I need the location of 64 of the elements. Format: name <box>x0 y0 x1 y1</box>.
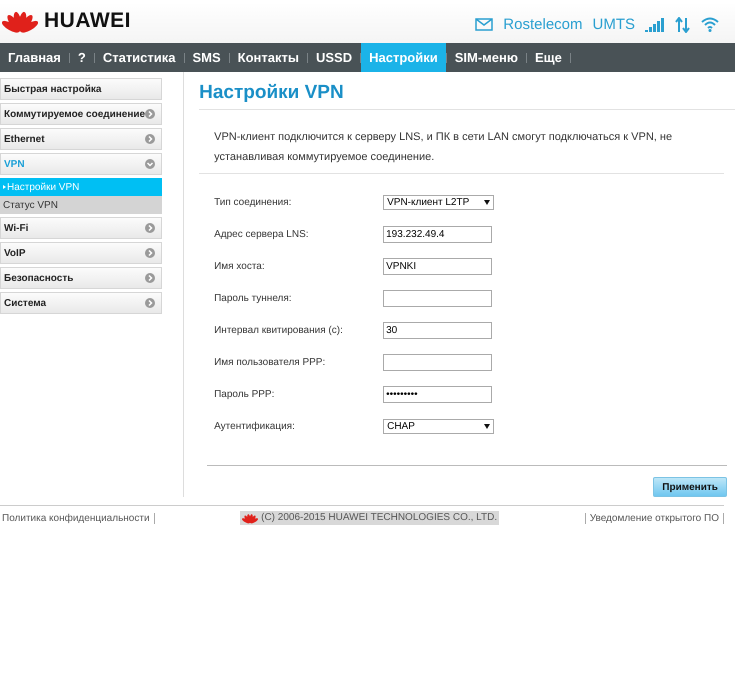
dropdown-field[interactable]: CHAP <box>383 418 494 434</box>
field-label: Имя пользователя PPP: <box>214 356 326 368</box>
dropdown-field[interactable]: VPN-клиент L2TP <box>383 194 494 210</box>
input-field[interactable]: VPNKI <box>383 258 492 274</box>
sidebar-item[interactable]: Wi-Fi <box>0 217 162 239</box>
field-label: Аутентификация: <box>214 420 296 432</box>
nav-tab[interactable]: USSD <box>308 43 360 72</box>
expand-icon[interactable] <box>145 223 156 233</box>
page-title: Настройки VPN <box>199 82 735 110</box>
expand-icon[interactable] <box>145 134 156 144</box>
nav-tab[interactable]: Главная <box>0 43 69 72</box>
mail-icon[interactable] <box>475 18 494 31</box>
nav-tab[interactable]: Статистика <box>94 43 184 72</box>
signal-icon <box>645 18 665 32</box>
network-type: UMTS <box>592 16 635 33</box>
input-field[interactable]: 193.232.49.4 <box>383 226 492 242</box>
sidebar-item[interactable]: Система <box>0 292 162 314</box>
sidebar-item[interactable]: VoIP <box>0 242 162 264</box>
open-source-notice-link[interactable]: Уведомление открытого ПО <box>584 512 724 524</box>
sidebar-item[interactable]: Безопасность <box>0 267 162 289</box>
field-label: Пароль PPP: <box>214 388 276 400</box>
wifi-icon <box>701 17 719 32</box>
field-label: Адрес сервера LNS: <box>214 228 310 240</box>
field-label: Пароль туннеля: <box>214 292 293 304</box>
sidebar-item-label: VPN <box>4 158 25 170</box>
sidebar-item-label: Быстрая настройка <box>4 84 102 94</box>
input-field[interactable] <box>383 354 492 370</box>
field-label: Интервал квитирования (с): <box>214 324 344 336</box>
field-label: Имя хоста: <box>214 260 266 272</box>
expand-icon[interactable] <box>145 298 156 308</box>
input-field[interactable]: 30 <box>383 322 492 338</box>
copyright-text: (C) 2006-2015 HUAWEI TECHNOLOGIES CO., LTD. <box>261 512 498 524</box>
sidebar-item[interactable]: Коммутируемое соединение <box>0 103 162 125</box>
logo-icon <box>242 512 258 524</box>
sidebar-item-label: Система <box>4 298 46 308</box>
data-transfer-icon <box>675 16 691 32</box>
sidebar-item[interactable]: Быстрая настройка <box>0 78 162 100</box>
operator-name: Rostelecom <box>503 16 582 33</box>
nav-tab[interactable]: SMS <box>184 43 229 72</box>
nav-tab[interactable]: Еще <box>526 43 570 72</box>
caret-icon <box>484 200 490 204</box>
nav-tab[interactable]: ? <box>70 43 94 72</box>
sidebar-item-label: Безопасность <box>4 272 74 284</box>
caret-icon <box>484 424 490 428</box>
password-field[interactable]: ••••••••• <box>383 386 492 402</box>
sidebar-item-label: VoIP <box>4 248 26 258</box>
sidebar-item-label: Ethernet <box>4 134 45 144</box>
collapse-icon[interactable] <box>145 159 156 169</box>
brand-name: HUAWEI <box>44 9 131 34</box>
expand-icon[interactable] <box>145 273 156 283</box>
nav-tab[interactable]: Контакты <box>230 43 307 72</box>
expand-icon[interactable] <box>145 248 156 258</box>
nav-tab[interactable]: SIM-меню <box>446 43 526 72</box>
apply-button[interactable]: Применить <box>653 477 728 497</box>
sidebar-subitem[interactable]: Статус VPN <box>0 196 162 214</box>
privacy-link[interactable]: Политика конфиденциальности <box>2 512 155 524</box>
description-text: VPN-клиент подключится к серверу LNS, и ПК в сети LAN смогут подключаться к VPN, не устанавливая коммутируемое соединение. <box>199 110 724 174</box>
sidebar-item[interactable]: Ethernet <box>0 128 162 150</box>
input-field[interactable] <box>383 290 492 306</box>
field-label: Тип соединения: <box>214 196 292 208</box>
sidebar-item-label: Wi-Fi <box>4 222 28 234</box>
bullet-icon <box>3 185 6 189</box>
sidebar-item-label: Коммутируемое соединение <box>4 108 146 120</box>
expand-icon[interactable] <box>145 109 156 119</box>
